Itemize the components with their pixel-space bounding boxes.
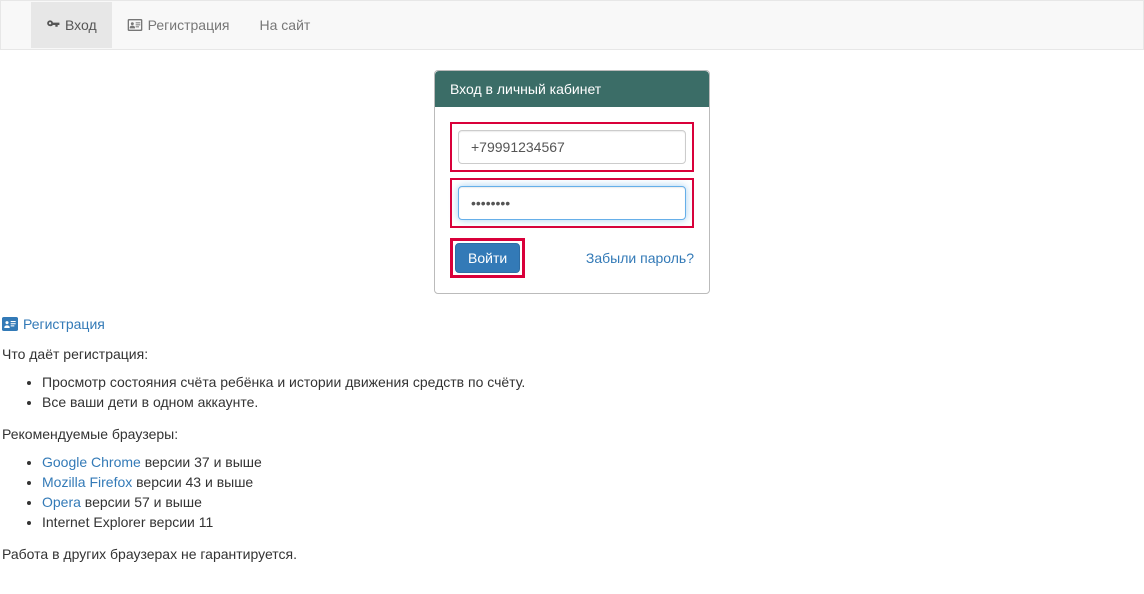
nav-login[interactable]: Вход (31, 2, 112, 48)
submit-highlight: Войти (450, 238, 525, 278)
nav-site[interactable]: На сайт (245, 2, 326, 48)
panel-title: Вход в личный кабинет (435, 71, 709, 107)
nav-site-label: На сайт (260, 17, 311, 33)
list-item: Internet Explorer версии 11 (42, 512, 1142, 532)
browser-suffix: Internet Explorer версии 11 (42, 514, 213, 530)
list-item: Opera версии 57 и выше (42, 492, 1142, 512)
nav-register[interactable]: Регистрация (112, 2, 245, 48)
browser-link[interactable]: Mozilla Firefox (42, 474, 132, 490)
phone-highlight (450, 122, 694, 172)
submit-button[interactable]: Войти (455, 243, 520, 273)
nav-login-label: Вход (65, 17, 97, 33)
key-icon (46, 18, 60, 32)
list-item: Mozilla Firefox версии 43 и выше (42, 472, 1142, 492)
register-link[interactable]: Регистрация (2, 316, 105, 332)
navbar: Вход Регистрация На сайт (0, 0, 1144, 50)
disclaimer: Работа в других браузерах не гарантирует… (2, 546, 1142, 562)
id-card-icon (127, 18, 143, 32)
browsers-list: Google Chrome версии 37 и выше Mozilla F… (2, 452, 1142, 532)
browser-suffix: версии 43 и выше (132, 474, 253, 490)
benefits-list: Просмотр состояния счёта ребёнка и истор… (2, 372, 1142, 412)
password-input[interactable] (458, 186, 686, 220)
password-highlight (450, 178, 694, 228)
browsers-title: Рекомендуемые браузеры: (2, 426, 1142, 442)
list-item: Google Chrome версии 37 и выше (42, 452, 1142, 472)
benefits-title: Что даёт регистрация: (2, 346, 1142, 362)
forgot-password-link[interactable]: Забыли пароль? (586, 250, 694, 266)
list-item: Все ваши дети в одном аккаунте. (42, 392, 1142, 412)
login-panel: Вход в личный кабинет Войти Забыли парол… (434, 70, 710, 294)
nav-register-label: Регистрация (148, 17, 230, 33)
phone-input[interactable] (458, 130, 686, 164)
list-item: Просмотр состояния счёта ребёнка и истор… (42, 372, 1142, 392)
browser-suffix: версии 37 и выше (141, 454, 262, 470)
browser-link[interactable]: Google Chrome (42, 454, 141, 470)
browser-link[interactable]: Opera (42, 494, 81, 510)
browser-suffix: версии 57 и выше (81, 494, 202, 510)
id-card-icon (2, 317, 18, 331)
register-link-label: Регистрация (23, 316, 105, 332)
